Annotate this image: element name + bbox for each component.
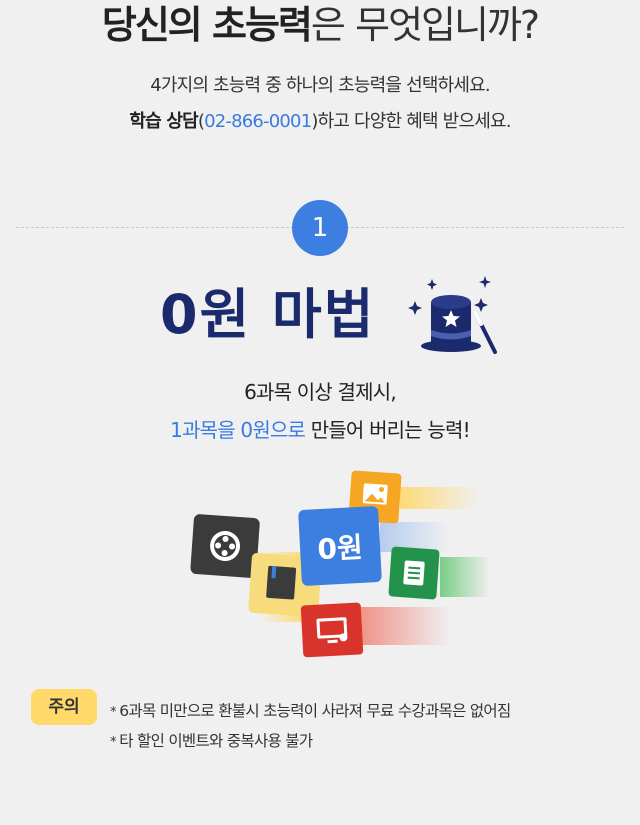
monitor-card	[300, 602, 364, 658]
consult-phone[interactable]: 02-866-0001	[204, 111, 312, 132]
consult-line: 학습 상담(02-866-0001)하고 다양한 혜택 받으세요.	[129, 111, 512, 132]
page-title: 당신의 초능력은 무엇입니까?	[0, 0, 640, 50]
notice-item: 6과목 미만으로 환불시 초능력이 사라져 무료 수강과목은 없어짐	[110, 697, 630, 727]
book-icon	[266, 565, 297, 600]
zero-won-label: 0원	[317, 531, 364, 566]
power-desc-highlight: 1과목을 0원으로	[170, 418, 306, 442]
film-card	[190, 514, 260, 578]
consult-label: 학습 상담	[129, 111, 198, 132]
power-desc-tail: 만들어 버리는 능력!	[310, 418, 471, 442]
consult-tail: 하고 다양한 혜택 받으세요.	[317, 111, 512, 132]
notice-item: 타 할인 이벤트와 중복사용 불가	[110, 727, 630, 757]
title-strong-2: 초능력	[212, 3, 313, 47]
subtitle: 4가지의 초능력 중 하나의 초능력을 선택하세요.	[150, 75, 490, 96]
title-light-2: 무엇입니까?	[355, 3, 540, 47]
notice-list: 6과목 미만으로 환불시 초능력이 사라져 무료 수강과목은 없어짐 타 할인 …	[110, 697, 630, 757]
notice-badge: 주의	[31, 689, 97, 725]
power-title: 0원 마법	[160, 283, 376, 346]
power-desc-line2: 1과목을 0원으로 만들어 버리는 능력!	[0, 416, 640, 444]
title-light-1: 은	[310, 3, 346, 47]
zero-won-card: 0원	[298, 506, 382, 586]
wizard-hat-icon	[408, 276, 497, 354]
power-desc-line1: 6과목 이상 결제시,	[244, 380, 397, 404]
title-strong-1: 당신의	[101, 3, 203, 47]
document-card	[388, 546, 440, 600]
step-number-badge: 1	[292, 200, 348, 256]
subject-cards-illustration: 0원	[190, 470, 490, 658]
